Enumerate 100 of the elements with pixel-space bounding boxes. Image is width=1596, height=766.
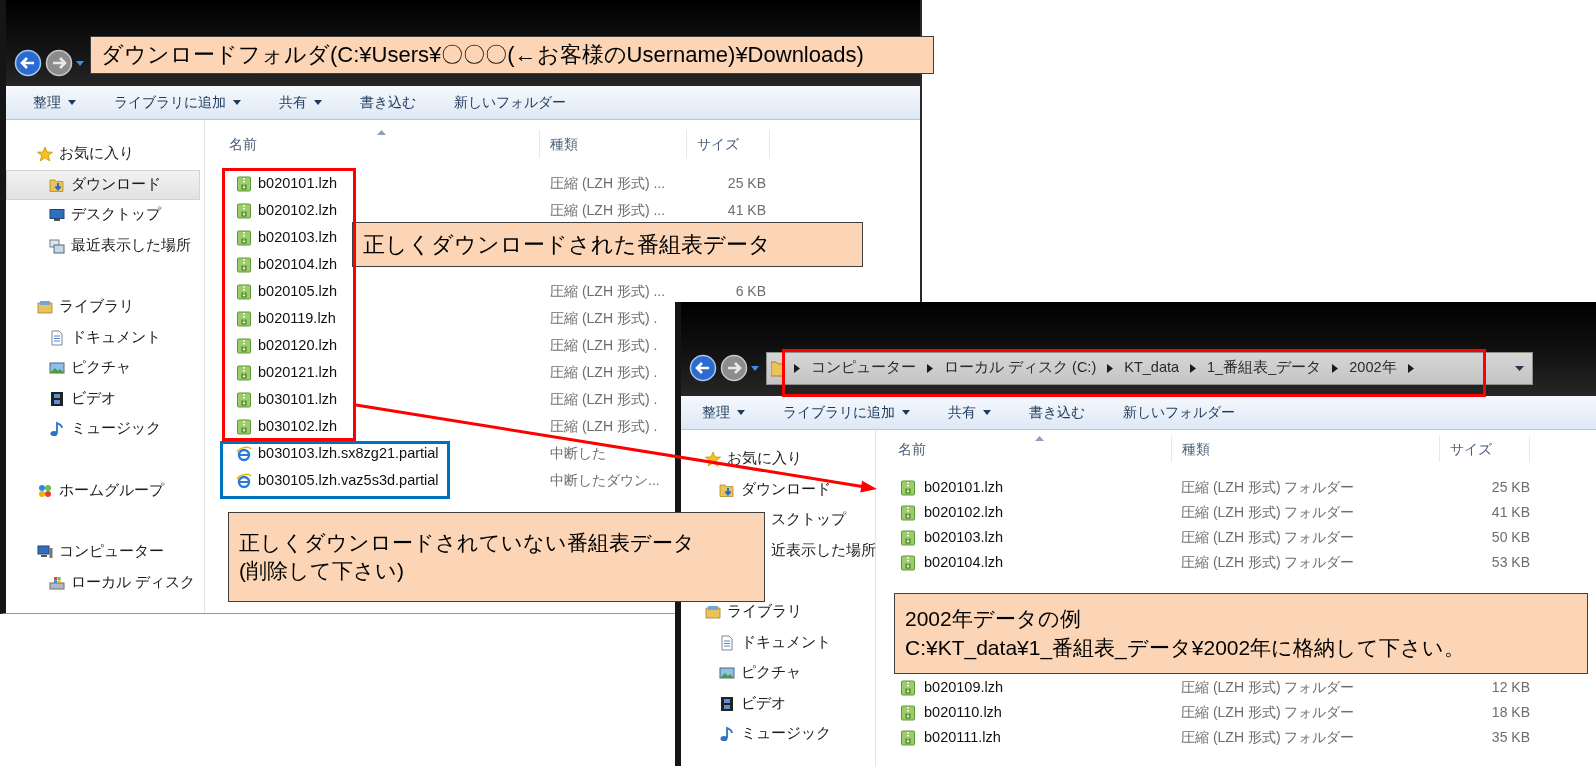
sidebar-item[interactable]: ダウンロード <box>6 169 200 200</box>
forward-button[interactable] <box>45 49 73 77</box>
toolbar-button[interactable]: 共有 <box>271 89 330 116</box>
file-name[interactable]: b020109.lzh <box>924 676 1003 699</box>
file-size: 12 KB <box>1490 678 1530 697</box>
archive-icon <box>236 391 252 408</box>
sidebar-item[interactable]: ビデオ <box>6 383 200 414</box>
file-name[interactable]: b020104.lzh <box>924 551 1003 574</box>
sidebar-item[interactable]: コンピューター <box>6 537 200 568</box>
toolbar-button[interactable]: 書き込む <box>352 89 424 116</box>
file-name[interactable]: b020105.lzh <box>258 280 337 303</box>
sidebar-item[interactable]: スクトップ <box>770 505 847 536</box>
sidebar-item[interactable]: デスクトップ <box>6 200 200 231</box>
file-name[interactable]: b020101.lzh <box>258 172 337 195</box>
file-type: 圧縮 (LZH 形式) フォルダー <box>1180 503 1356 522</box>
sidebar-item[interactable]: ミュージック <box>6 414 200 445</box>
column-header[interactable]: サイズ <box>1440 436 1530 462</box>
callout-text: 正しくダウンロードされた番組表データ <box>363 230 772 259</box>
file-name[interactable]: b020119.lzh <box>258 307 336 330</box>
monitor-icon <box>49 207 65 224</box>
history-dropdown-icon[interactable] <box>751 365 759 371</box>
column-header[interactable]: サイズ <box>687 130 770 158</box>
sidebar-item[interactable]: ライブラリ <box>681 597 871 628</box>
archive-icon <box>236 283 252 300</box>
sidebar-item[interactable]: 近表示した場所 <box>770 535 877 566</box>
breadcrumb[interactable]: 2002年 <box>1347 357 1399 379</box>
breadcrumb[interactable]: 1_番組表_データ <box>1205 357 1324 379</box>
toolbar-button[interactable]: 整理 <box>25 89 84 116</box>
column-header[interactable]: 種類 <box>540 130 687 158</box>
sidebar-item[interactable]: お気に入り <box>6 139 200 170</box>
file-name[interactable]: b020102.lzh <box>924 501 1003 524</box>
document-icon <box>49 329 65 346</box>
dropdown-icon[interactable] <box>1515 365 1524 371</box>
drive-icon <box>49 574 65 591</box>
chevron-icon[interactable] <box>1190 363 1197 373</box>
toolbar-button[interactable]: 新しいフォルダー <box>1115 399 1243 426</box>
back-button[interactable] <box>14 49 42 77</box>
chevron-icon[interactable] <box>1107 363 1114 373</box>
address-bar[interactable]: コンピューター ローカル ディスク (C:) KT_data 1_番組表_データ 2002年 <box>766 351 1533 385</box>
back-icon <box>14 49 42 77</box>
breadcrumb[interactable]: コンピューター <box>809 357 918 379</box>
callout-text: (削除して下さい) <box>239 558 405 584</box>
file-name[interactable]: b020102.lzh <box>258 199 337 222</box>
file-type: 中断した <box>549 444 607 463</box>
sidebar-item[interactable]: ライブラリ <box>6 292 200 323</box>
breadcrumb[interactable]: ローカル ディスク (C:) <box>942 357 1099 379</box>
back-button[interactable] <box>689 354 717 382</box>
caret-icon <box>983 410 991 415</box>
file-type: 中断したダウン... <box>549 471 661 490</box>
toolbar-button[interactable]: ライブラリに追加 <box>106 89 249 116</box>
column-header[interactable]: 名前 <box>205 130 540 158</box>
sidebar-item[interactable]: ホームグループ <box>6 475 200 506</box>
sidebar-item[interactable]: ピクチャ <box>681 658 871 689</box>
sidebar-item[interactable]: ドキュメント <box>6 322 200 353</box>
film-icon <box>49 390 65 407</box>
sidebar-item[interactable]: 最近表示した場所 <box>6 230 200 261</box>
picture-icon <box>719 665 735 682</box>
sidebar-item[interactable]: ビデオ <box>681 688 871 719</box>
column-header[interactable]: 名前 <box>876 436 1172 462</box>
file-type: 圧縮 (LZH 形式) フォルダー <box>1180 678 1356 697</box>
star-icon <box>37 146 53 163</box>
file-name[interactable]: b020120.lzh <box>258 334 337 357</box>
toolbar-button[interactable]: 整理 <box>694 399 753 426</box>
file-type: 圧縮 (LZH 形式) ... <box>549 201 667 220</box>
file-name[interactable]: b020121.lzh <box>258 361 337 384</box>
file-type: 圧縮 (LZH 形式) ... <box>549 282 667 301</box>
sidebar-item[interactable]: ドキュメント <box>681 627 871 658</box>
sidebar-item[interactable]: ローカル ディスク <box>6 567 200 598</box>
column-header[interactable]: 種類 <box>1172 436 1440 462</box>
file-name[interactable]: b020110.lzh <box>924 701 1002 724</box>
file-name[interactable]: b020101.lzh <box>924 476 1003 499</box>
chevron-icon[interactable] <box>1332 363 1339 373</box>
file-name[interactable]: b020104.lzh <box>258 253 337 276</box>
breadcrumb[interactable]: KT_data <box>1122 357 1182 379</box>
toolbar-button[interactable]: ライブラリに追加 <box>775 399 918 426</box>
chevron-icon[interactable] <box>794 363 800 373</box>
forward-button[interactable] <box>720 354 748 382</box>
document-icon <box>719 634 735 651</box>
file-type: 圧縮 (LZH 形式) . <box>549 336 659 355</box>
toolbar-button[interactable]: 書き込む <box>1021 399 1093 426</box>
sidebar-item[interactable]: ピクチャ <box>6 353 200 384</box>
file-name[interactable]: b020103.lzh <box>924 526 1003 549</box>
file-size: 25 KB <box>726 174 767 193</box>
file-name[interactable]: b030103.lzh.sx8zg21.partial <box>258 442 439 465</box>
archive-icon <box>900 529 916 546</box>
file-type: 圧縮 (LZH 形式) フォルダー <box>1180 528 1356 547</box>
history-dropdown-icon[interactable] <box>76 60 84 66</box>
file-name[interactable]: b030101.lzh <box>258 388 337 411</box>
chevron-icon[interactable] <box>1407 363 1414 373</box>
file-name[interactable]: b020103.lzh <box>258 226 337 249</box>
file-name[interactable]: b020111.lzh <box>924 726 1001 749</box>
sidebar-item[interactable]: ダウンロード <box>681 474 871 505</box>
archive-icon <box>236 229 252 246</box>
file-name[interactable]: b030102.lzh <box>258 415 337 438</box>
sidebar-item[interactable]: ミュージック <box>681 719 871 750</box>
toolbar-button[interactable]: 共有 <box>940 399 999 426</box>
forward-icon <box>720 354 748 382</box>
file-name[interactable]: b030105.lzh.vaz5s3d.partial <box>258 469 439 492</box>
toolbar-button[interactable]: 新しいフォルダー <box>446 89 574 116</box>
chevron-icon[interactable] <box>927 363 933 373</box>
